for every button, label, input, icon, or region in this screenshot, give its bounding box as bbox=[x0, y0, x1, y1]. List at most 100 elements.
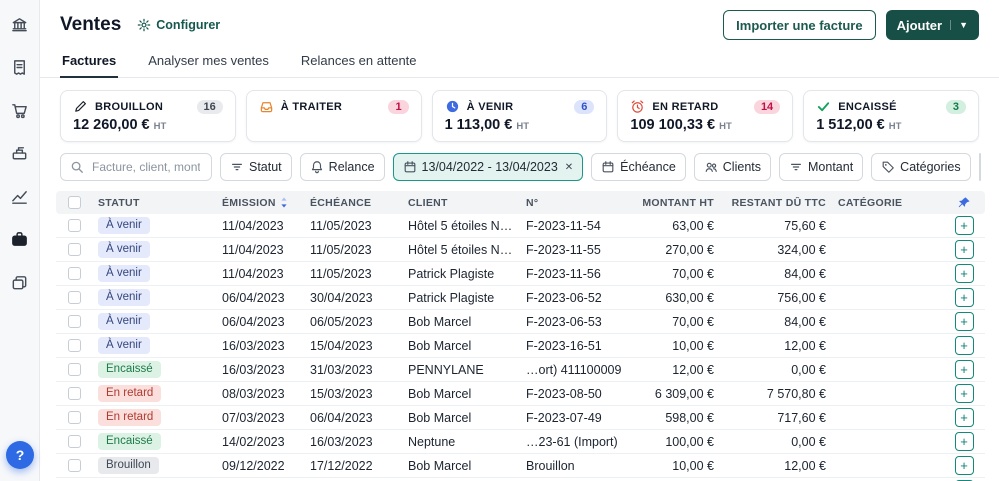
summary-card-brouillon[interactable]: BROUILLON 16 12 260,00 € HT bbox=[60, 90, 236, 142]
restant-du-ttc: 0,00 € bbox=[791, 362, 826, 377]
filter-chip-montant[interactable]: Montant bbox=[779, 153, 864, 181]
row-add-button[interactable]: + bbox=[954, 216, 974, 235]
table-row[interactable]: À venir 06/04/2023 30/04/2023 Patrick Plagi… bbox=[56, 286, 985, 310]
row-add-button[interactable]: + bbox=[954, 360, 974, 379]
sidebar-item-purchases[interactable] bbox=[8, 98, 32, 122]
table-row[interactable]: À venir 16/03/2023 15/04/2023 Bob Marcel F-2… bbox=[56, 334, 985, 358]
import-invoice-button[interactable]: Importer une facture bbox=[723, 10, 876, 40]
summary-card-encaisse[interactable]: ENCAISSÉ 3 1 512,00 € HT bbox=[803, 90, 979, 142]
col-echeance[interactable]: ÉCHÉANCE bbox=[304, 197, 402, 209]
summary-card-a-venir[interactable]: À VENIR 6 1 113,00 € HT bbox=[431, 90, 608, 142]
table-row[interactable]: En retard 07/03/2023 06/04/2023 Bob Marcel F… bbox=[56, 406, 985, 430]
table-body: À venir 11/04/2023 11/05/2023 Hôtel 5 étoil… bbox=[56, 214, 985, 481]
row-add-button[interactable]: + bbox=[954, 288, 974, 307]
client-name: Hôtel 5 étoiles Nice bbox=[408, 218, 516, 233]
sidebar-item-sales[interactable] bbox=[8, 227, 32, 251]
search-box[interactable] bbox=[60, 153, 212, 181]
tab-analyser-mes-ventes[interactable]: Analyser mes ventes bbox=[146, 48, 271, 78]
help-button[interactable]: ? bbox=[6, 441, 34, 469]
row-checkbox[interactable] bbox=[67, 363, 81, 376]
table-row[interactable]: Encaissé 16/03/2023 31/03/2023 PENNYLANE …or… bbox=[56, 358, 985, 382]
client-name: Bob Marcel bbox=[408, 410, 472, 425]
tab-relances-en-attente[interactable]: Relances en attente bbox=[299, 48, 419, 78]
col-client[interactable]: CLIENT bbox=[402, 197, 520, 209]
row-checkbox[interactable] bbox=[67, 387, 81, 400]
restant-du-ttc: 717,60 € bbox=[777, 410, 826, 425]
card-label: À TRAITER bbox=[280, 100, 343, 113]
row-add-button[interactable]: + bbox=[954, 384, 974, 403]
echeance-date: 06/05/2023 bbox=[310, 314, 373, 329]
row-add-button[interactable]: + bbox=[954, 408, 974, 427]
col-montant-ht[interactable]: MONTANT HT bbox=[628, 197, 720, 209]
table-row[interactable]: En retard 08/03/2023 15/03/2023 Bob Marcel F… bbox=[56, 382, 985, 406]
filter-chip-relance[interactable]: Relance bbox=[299, 153, 385, 181]
people-icon bbox=[704, 160, 718, 174]
col-emission-label: ÉMISSION bbox=[222, 196, 276, 209]
chip-label: Clients bbox=[722, 160, 761, 174]
sidebar-item-register[interactable] bbox=[8, 141, 32, 165]
register-icon bbox=[10, 144, 29, 163]
toggle-ht[interactable]: HT bbox=[980, 154, 981, 180]
tray-icon bbox=[259, 99, 274, 114]
echeance-date: 11/05/2023 bbox=[310, 242, 372, 257]
col-restant-du-ttc[interactable]: RESTANT DÛ TTC bbox=[720, 197, 832, 209]
table-row[interactable]: Brouillon 09/12/2022 17/12/2022 Bob Marcel B… bbox=[56, 454, 985, 478]
table-row[interactable]: À venir 11/04/2023 11/05/2023 Hôtel 5 étoil… bbox=[56, 238, 985, 262]
sidebar-item-analytics[interactable] bbox=[8, 184, 32, 208]
row-checkbox[interactable] bbox=[67, 267, 81, 280]
tab-factures[interactable]: Factures bbox=[60, 48, 119, 78]
filter-chip-statut[interactable]: Statut bbox=[220, 153, 292, 181]
row-checkbox[interactable] bbox=[67, 339, 81, 352]
summary-card-a-traiter[interactable]: À TRAITER 1 bbox=[245, 90, 422, 142]
client-name: Hôtel 5 étoiles Nice bbox=[408, 242, 516, 257]
row-add-button[interactable]: + bbox=[954, 432, 974, 451]
filter-chip-categories[interactable]: Catégories bbox=[871, 153, 971, 181]
col-statut[interactable]: STATUT bbox=[92, 197, 216, 209]
client-name: Neptune bbox=[408, 434, 456, 449]
row-checkbox[interactable] bbox=[67, 315, 81, 328]
filter-chip-periode[interactable]: 13/04/2022 - 13/04/2023 ✕ bbox=[392, 153, 584, 181]
sidebar-item-ledger[interactable] bbox=[8, 270, 32, 294]
table-row[interactable]: Encaissé 14/02/2023 16/03/2023 Neptune …23-6… bbox=[56, 430, 985, 454]
chip-label: Catégories bbox=[900, 160, 961, 174]
row-checkbox[interactable] bbox=[67, 291, 81, 304]
row-checkbox[interactable] bbox=[67, 243, 81, 256]
invoice-number: F-2023-11-56 bbox=[526, 266, 601, 281]
sidebar-item-documents[interactable] bbox=[8, 55, 32, 79]
alarm-icon bbox=[630, 99, 645, 114]
search-input[interactable] bbox=[90, 159, 202, 175]
row-add-button[interactable]: + bbox=[954, 312, 974, 331]
emission-date: 11/04/2023 bbox=[222, 266, 284, 281]
row-add-button[interactable]: + bbox=[954, 336, 974, 355]
card-label: EN RETARD bbox=[652, 100, 719, 113]
col-emission[interactable]: ÉMISSION bbox=[216, 197, 304, 209]
row-checkbox[interactable] bbox=[67, 435, 81, 448]
sidebar-item-bank[interactable] bbox=[8, 12, 32, 36]
restant-du-ttc: 0,00 € bbox=[791, 434, 826, 449]
table-row[interactable]: À venir 11/04/2023 11/05/2023 Patrick Plagi… bbox=[56, 262, 985, 286]
configure-link[interactable]: Configurer bbox=[137, 18, 220, 32]
row-add-button[interactable]: + bbox=[954, 264, 974, 283]
filter-chip-echeance[interactable]: Échéance bbox=[591, 153, 686, 181]
add-button[interactable]: Ajouter ▼ bbox=[885, 10, 979, 40]
row-checkbox[interactable] bbox=[67, 411, 81, 424]
summary-card-en-retard[interactable]: EN RETARD 14 109 100,33 € HT bbox=[617, 90, 794, 142]
col-numero[interactable]: N° bbox=[520, 197, 628, 209]
col-categorie[interactable]: CATÉGORIE bbox=[832, 197, 943, 209]
echeance-date: 15/03/2023 bbox=[310, 386, 373, 401]
row-checkbox[interactable] bbox=[67, 219, 81, 232]
pin-icon[interactable] bbox=[957, 196, 971, 210]
bell-icon bbox=[310, 160, 324, 174]
close-icon[interactable]: ✕ bbox=[565, 162, 573, 173]
table-row[interactable]: À venir 06/04/2023 06/05/2023 Bob Marcel F-2… bbox=[56, 310, 985, 334]
card-label: BROUILLON bbox=[95, 100, 164, 113]
emission-date: 11/04/2023 bbox=[222, 218, 284, 233]
table-row[interactable]: À venir 11/04/2023 11/05/2023 Hôtel 5 étoil… bbox=[56, 214, 985, 238]
filter-chip-clients[interactable]: Clients bbox=[693, 153, 771, 181]
row-add-button[interactable]: + bbox=[954, 456, 974, 475]
emission-date: 14/02/2023 bbox=[222, 434, 285, 449]
row-checkbox[interactable] bbox=[67, 459, 81, 472]
card-label: À VENIR bbox=[466, 100, 514, 113]
row-add-button[interactable]: + bbox=[954, 240, 974, 259]
select-all-checkbox[interactable] bbox=[67, 196, 81, 209]
